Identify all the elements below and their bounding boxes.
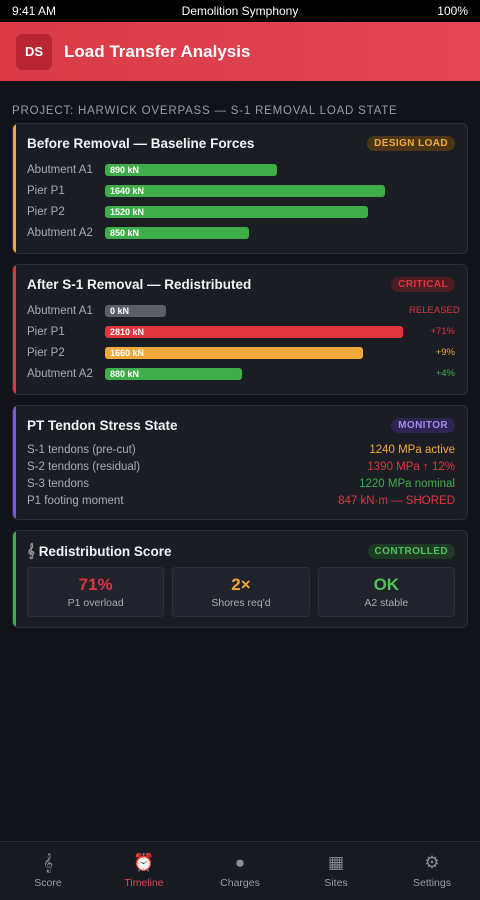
tendon-stress-card: PT Tendon Stress State MONITOR S-1 tendo… bbox=[12, 405, 468, 520]
music-score-icon: 𝄞 bbox=[27, 543, 35, 558]
tab-timeline[interactable]: ⏰ Timeline bbox=[96, 842, 192, 900]
bomb-icon: ● bbox=[234, 853, 246, 872]
row-note: +71% bbox=[430, 326, 455, 337]
row-note: RELEASED bbox=[409, 305, 460, 316]
row-label: Abutment A2 bbox=[27, 226, 93, 239]
load-row: Pier P2 1520 kN bbox=[27, 201, 455, 222]
tab-label: Charges bbox=[220, 877, 260, 889]
load-row: Abutment A2 880 kN +4% bbox=[27, 363, 455, 384]
load-bar: 2810 kN bbox=[105, 325, 403, 338]
tendon-label: S-2 tendons (residual) bbox=[27, 460, 141, 473]
gear-icon: ⚙ bbox=[424, 853, 440, 872]
score-card-title: Redistribution Score bbox=[38, 543, 172, 559]
metric-a2-stable: OK A2 stable bbox=[317, 567, 455, 617]
building-icon: ▦ bbox=[327, 853, 345, 872]
load-row: Abutment A1 890 kN bbox=[27, 159, 455, 180]
load-row: Abutment A2 850 kN bbox=[27, 222, 455, 243]
project-line: PROJECT: HARWICK OVERPASS — S-1 REMOVAL … bbox=[12, 105, 398, 117]
tendon-value: 1220 MPa nominal bbox=[359, 477, 455, 490]
tab-sites[interactable]: ▦ Sites bbox=[288, 842, 384, 900]
row-label: Abutment A2 bbox=[27, 367, 93, 380]
load-bar: 1660 kN bbox=[105, 346, 364, 359]
tendon-row: S-3 tendons 1220 MPa nominal bbox=[27, 475, 455, 492]
load-row: Pier P1 2810 kN +71% bbox=[27, 321, 455, 342]
status-app-name: Demolition Symphony bbox=[181, 4, 299, 18]
music-score-icon: 𝄞 bbox=[42, 853, 54, 872]
load-bar: 890 kN bbox=[105, 163, 277, 176]
app-header: DS Load Transfer Analysis bbox=[0, 22, 480, 81]
metric-p1-overload: 71% P1 overload bbox=[27, 567, 165, 617]
load-bar: 880 kN bbox=[105, 367, 242, 380]
metric-value: 71% bbox=[78, 575, 113, 594]
tendon-label: P1 footing moment bbox=[27, 494, 124, 507]
tab-settings[interactable]: ⚙ Settings bbox=[384, 842, 480, 900]
row-label: Pier P2 bbox=[27, 205, 65, 218]
row-label: Pier P2 bbox=[27, 346, 65, 359]
controlled-badge: CONTROLLED bbox=[367, 543, 455, 559]
metric-value: 2× bbox=[231, 575, 251, 594]
app-logo[interactable]: DS bbox=[16, 33, 52, 70]
tab-label: Settings bbox=[413, 877, 451, 889]
tab-charges[interactable]: ● Charges bbox=[192, 842, 288, 900]
status-bar: 9:41 AM Demolition Symphony 100% bbox=[0, 0, 480, 22]
tendon-row: S-1 tendons (pre-cut) 1240 MPa active bbox=[27, 441, 455, 458]
bottom-tab-bar: 𝄞 Score ⏰ Timeline ● Charges ▦ Sites ⚙ S… bbox=[0, 841, 480, 900]
redistribution-score-card: 𝄞 Redistribution Score CONTROLLED 71% P1… bbox=[12, 530, 468, 628]
row-label: Pier P1 bbox=[27, 325, 65, 338]
after-removal-card: After S-1 Removal — Redistributed CRITIC… bbox=[12, 264, 468, 395]
load-bar: 1640 kN bbox=[105, 184, 385, 197]
tab-label: Score bbox=[34, 877, 62, 889]
before-removal-card: Before Removal — Baseline Forces DESIGN … bbox=[12, 123, 468, 254]
metric-label: A2 stable bbox=[364, 597, 409, 609]
tendon-card-title: PT Tendon Stress State bbox=[27, 418, 178, 433]
monitor-badge: MONITOR bbox=[391, 418, 455, 433]
row-label: Pier P1 bbox=[27, 184, 65, 197]
tendon-label: S-3 tendons bbox=[27, 477, 90, 490]
status-time: 9:41 AM bbox=[12, 4, 57, 18]
metric-value: OK bbox=[373, 575, 400, 594]
row-label: Abutment A1 bbox=[27, 163, 93, 176]
load-bar: 850 kN bbox=[105, 226, 249, 239]
alarm-clock-icon: ⏰ bbox=[133, 853, 155, 872]
tendon-row: S-2 tendons (residual) 1390 MPa ↑ 12% bbox=[27, 458, 455, 475]
load-bar: 0 kN bbox=[105, 304, 166, 317]
tendon-value: 1240 MPa active bbox=[369, 443, 455, 456]
load-row: Pier P2 1660 kN +9% bbox=[27, 342, 455, 363]
row-label: Abutment A1 bbox=[27, 304, 93, 317]
load-bar: 1520 kN bbox=[105, 205, 368, 218]
metric-label: Shores req'd bbox=[211, 597, 271, 609]
before-card-title: Before Removal — Baseline Forces bbox=[27, 136, 255, 151]
status-battery: 100% bbox=[437, 4, 468, 18]
metric-label: P1 overload bbox=[67, 597, 124, 609]
load-row: Pier P1 1640 kN bbox=[27, 180, 455, 201]
row-note: +4% bbox=[435, 368, 455, 379]
tab-label: Sites bbox=[324, 877, 348, 889]
critical-badge: CRITICAL bbox=[391, 277, 455, 292]
tendon-value: 847 kN·m — SHORED bbox=[338, 494, 455, 507]
after-card-title: After S-1 Removal — Redistributed bbox=[27, 277, 252, 292]
page-title: Load Transfer Analysis bbox=[64, 41, 251, 61]
design-load-badge: DESIGN LOAD bbox=[367, 136, 455, 151]
tendon-label: S-1 tendons (pre-cut) bbox=[27, 443, 136, 456]
tab-label: Timeline bbox=[124, 877, 164, 889]
metric-shores: 2× Shores req'd bbox=[172, 567, 310, 617]
tendon-row: P1 footing moment 847 kN·m — SHORED bbox=[27, 492, 455, 509]
row-note: +9% bbox=[435, 347, 455, 358]
tendon-value: 1390 MPa ↑ 12% bbox=[367, 460, 455, 473]
load-row: Abutment A1 0 kN RELEASED bbox=[27, 300, 460, 321]
tab-score[interactable]: 𝄞 Score bbox=[0, 842, 96, 900]
